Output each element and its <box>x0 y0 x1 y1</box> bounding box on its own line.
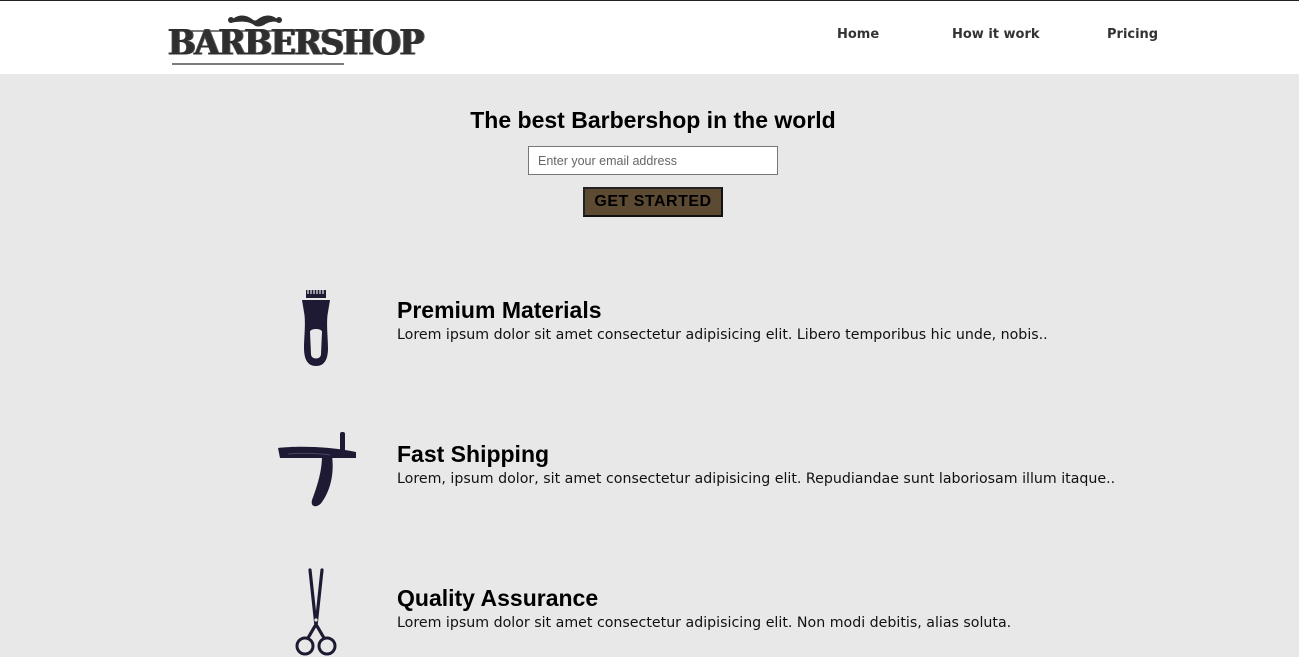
nav-link-home[interactable]: Home <box>837 27 879 42</box>
page: BARBERSHOP Home How it work Pricing The … <box>0 0 1299 657</box>
feature-description: Lorem ipsum dolor sit amet consectetur a… <box>397 615 1012 631</box>
feature-title: Quality Assurance <box>397 585 599 611</box>
feature-description: Lorem ipsum dolor sit amet consectetur a… <box>397 327 1048 343</box>
email-input[interactable] <box>528 146 778 175</box>
feature-title: Premium Materials <box>397 297 602 323</box>
logo-text: BARBERSHOP <box>168 22 424 63</box>
site-header: BARBERSHOP Home How it work Pricing <box>0 0 1299 74</box>
feature-quality-assurance: Quality Assurance Lorem ipsum dolor sit … <box>0 568 1299 657</box>
hero-title: The best Barbershop in the world <box>470 107 836 133</box>
nav-link-pricing[interactable]: Pricing <box>1107 27 1158 42</box>
nav-link-how-it-work[interactable]: How it work <box>952 27 1040 42</box>
get-started-button[interactable]: GET STARTED <box>583 187 723 217</box>
feature-description: Lorem, ipsum dolor, sit amet consectetur… <box>397 471 1116 487</box>
scissors-icon <box>295 568 337 656</box>
feature-fast-shipping: Fast Shipping Lorem, ipsum dolor, sit am… <box>0 424 1299 534</box>
barbershop-logo[interactable]: BARBERSHOP <box>168 9 424 67</box>
straight-razor-icon <box>278 432 356 507</box>
feature-premium-materials: Premium Materials Lorem ipsum dolor sit … <box>0 280 1299 390</box>
feature-title: Fast Shipping <box>397 441 550 467</box>
hair-clipper-icon <box>302 290 330 366</box>
